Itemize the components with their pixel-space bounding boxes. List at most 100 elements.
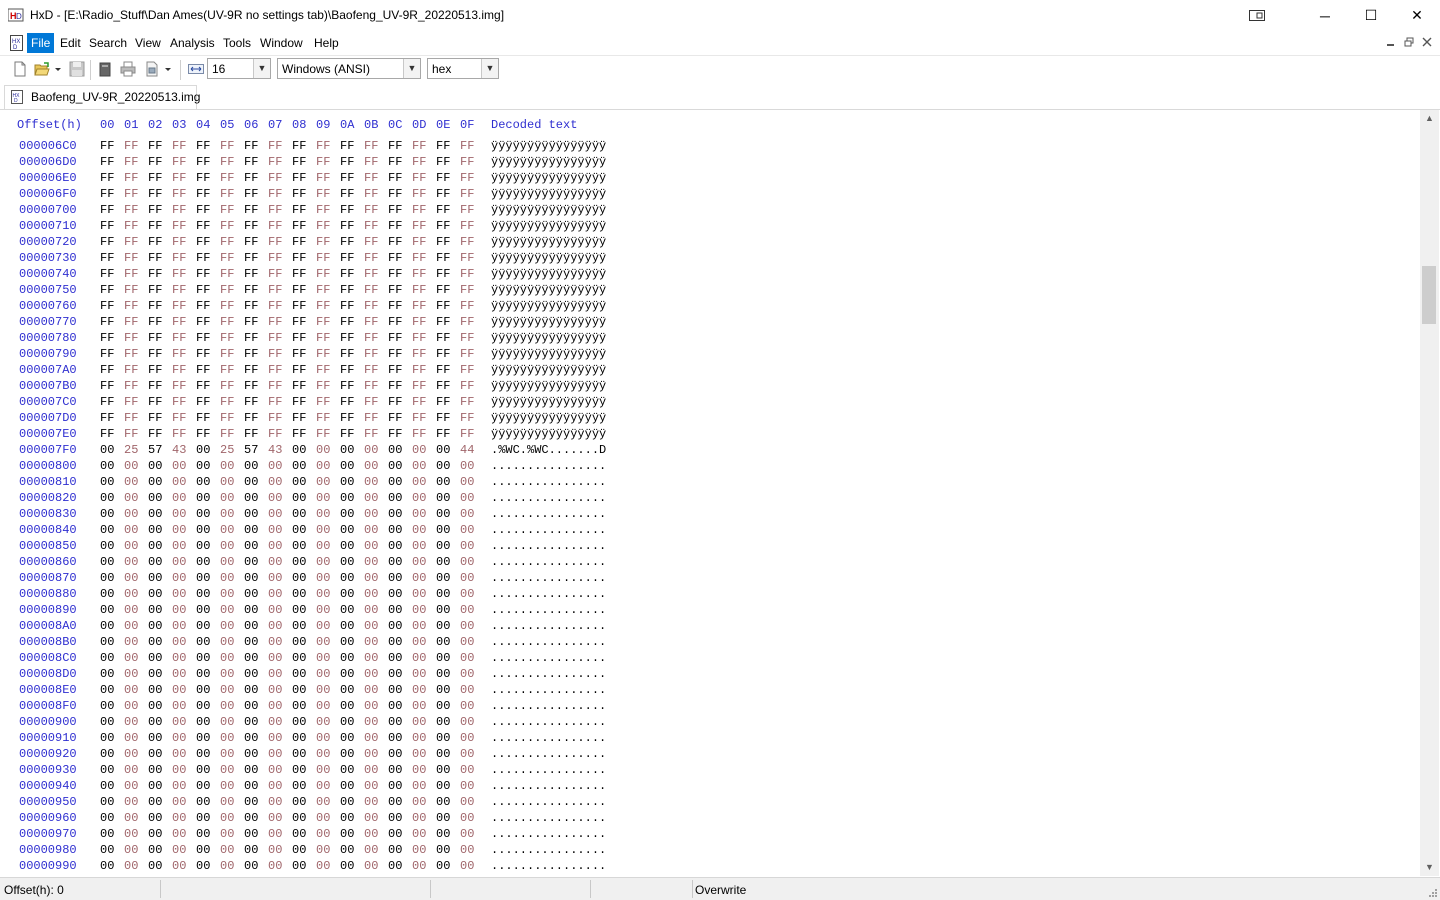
hex-byte[interactable]: FF bbox=[436, 299, 450, 313]
hex-byte[interactable]: FF bbox=[148, 427, 162, 441]
hex-byte[interactable]: FF bbox=[268, 219, 282, 233]
hex-byte[interactable]: FF bbox=[244, 203, 258, 217]
hex-byte[interactable]: 00 bbox=[100, 699, 114, 713]
hex-byte[interactable]: FF bbox=[388, 139, 402, 153]
decoded-text[interactable]: ÿÿÿÿÿÿÿÿÿÿÿÿÿÿÿÿ bbox=[491, 187, 606, 201]
hex-byte[interactable]: FF bbox=[388, 187, 402, 201]
hex-byte[interactable]: FF bbox=[220, 331, 234, 345]
hex-byte[interactable]: FF bbox=[388, 171, 402, 185]
hex-byte[interactable]: 00 bbox=[268, 635, 282, 649]
hex-byte[interactable]: FF bbox=[316, 379, 330, 393]
hex-byte[interactable]: 00 bbox=[388, 747, 402, 761]
hex-byte[interactable]: FF bbox=[364, 315, 378, 329]
hex-byte[interactable]: FF bbox=[364, 187, 378, 201]
hex-byte[interactable]: 00 bbox=[364, 443, 378, 457]
hex-byte[interactable]: FF bbox=[436, 347, 450, 361]
hex-byte[interactable]: 00 bbox=[100, 459, 114, 473]
hex-byte[interactable]: FF bbox=[460, 267, 474, 281]
hex-byte[interactable]: 00 bbox=[460, 619, 474, 633]
hex-byte[interactable]: 00 bbox=[364, 731, 378, 745]
hex-byte[interactable]: 00 bbox=[268, 667, 282, 681]
hex-byte[interactable]: 00 bbox=[268, 491, 282, 505]
decoded-text[interactable]: ÿÿÿÿÿÿÿÿÿÿÿÿÿÿÿÿ bbox=[491, 139, 606, 153]
hex-byte[interactable]: 00 bbox=[220, 555, 234, 569]
hex-byte[interactable]: FF bbox=[388, 155, 402, 169]
hex-byte[interactable]: FF bbox=[220, 347, 234, 361]
hex-byte[interactable]: 00 bbox=[436, 827, 450, 841]
hex-byte[interactable]: FF bbox=[124, 219, 138, 233]
hex-byte[interactable]: 00 bbox=[436, 763, 450, 777]
decoded-text[interactable]: ÿÿÿÿÿÿÿÿÿÿÿÿÿÿÿÿ bbox=[491, 347, 606, 361]
hex-byte[interactable]: FF bbox=[124, 267, 138, 281]
dropdown-icon[interactable] bbox=[163, 61, 173, 77]
hex-byte[interactable]: 00 bbox=[244, 507, 258, 521]
hex-byte[interactable]: 00 bbox=[364, 699, 378, 713]
hex-byte[interactable]: FF bbox=[292, 155, 306, 169]
hex-byte[interactable]: FF bbox=[196, 379, 210, 393]
decoded-text[interactable]: ................ bbox=[491, 523, 606, 537]
hex-byte[interactable]: FF bbox=[460, 155, 474, 169]
hex-byte[interactable]: 00 bbox=[364, 491, 378, 505]
hex-byte[interactable]: 00 bbox=[460, 731, 474, 745]
hex-byte[interactable]: FF bbox=[412, 315, 426, 329]
hex-byte[interactable]: FF bbox=[196, 299, 210, 313]
hex-byte[interactable]: FF bbox=[460, 427, 474, 441]
hex-byte[interactable]: 00 bbox=[100, 443, 114, 457]
hex-byte[interactable]: 00 bbox=[340, 587, 354, 601]
hex-byte[interactable]: 00 bbox=[196, 507, 210, 521]
hex-byte[interactable]: 00 bbox=[196, 571, 210, 585]
hex-byte[interactable]: FF bbox=[244, 155, 258, 169]
hex-byte[interactable]: 00 bbox=[148, 459, 162, 473]
hex-byte[interactable]: 00 bbox=[340, 715, 354, 729]
hex-byte[interactable]: 00 bbox=[316, 507, 330, 521]
hex-byte[interactable]: 00 bbox=[436, 635, 450, 649]
hex-byte[interactable]: 00 bbox=[436, 491, 450, 505]
hex-byte[interactable]: FF bbox=[364, 427, 378, 441]
hex-byte[interactable]: 00 bbox=[460, 635, 474, 649]
hex-byte[interactable]: 00 bbox=[196, 763, 210, 777]
hex-byte[interactable]: 00 bbox=[268, 715, 282, 729]
hex-byte[interactable]: 00 bbox=[172, 523, 186, 537]
hex-byte[interactable]: 00 bbox=[196, 651, 210, 665]
close-button[interactable]: ✕ bbox=[1394, 0, 1440, 31]
hex-byte[interactable]: FF bbox=[172, 347, 186, 361]
hex-byte[interactable]: 00 bbox=[196, 635, 210, 649]
hex-byte[interactable]: 00 bbox=[292, 539, 306, 553]
hex-byte[interactable]: FF bbox=[412, 427, 426, 441]
hex-byte[interactable]: FF bbox=[436, 219, 450, 233]
hex-byte[interactable]: FF bbox=[244, 315, 258, 329]
hex-byte[interactable]: 00 bbox=[220, 571, 234, 585]
hex-byte[interactable]: 00 bbox=[220, 651, 234, 665]
offset-base-select[interactable]: hex ▼ bbox=[427, 58, 499, 79]
hex-byte[interactable]: 00 bbox=[412, 779, 426, 793]
hex-byte[interactable]: FF bbox=[100, 395, 114, 409]
hex-byte[interactable]: FF bbox=[268, 347, 282, 361]
hex-byte[interactable]: 00 bbox=[244, 715, 258, 729]
hex-byte[interactable]: FF bbox=[292, 251, 306, 265]
decoded-text[interactable]: ................ bbox=[491, 811, 606, 825]
hex-byte[interactable]: 00 bbox=[172, 843, 186, 857]
hex-byte[interactable]: 25 bbox=[220, 443, 234, 457]
hex-byte[interactable]: 00 bbox=[220, 603, 234, 617]
hex-byte[interactable]: FF bbox=[460, 235, 474, 249]
hex-byte[interactable]: 00 bbox=[364, 843, 378, 857]
hex-byte[interactable]: FF bbox=[316, 299, 330, 313]
hex-byte[interactable]: 00 bbox=[292, 731, 306, 745]
hex-byte[interactable]: 00 bbox=[220, 779, 234, 793]
hex-byte[interactable]: FF bbox=[124, 363, 138, 377]
hex-byte[interactable]: 00 bbox=[364, 827, 378, 841]
hex-byte[interactable]: 00 bbox=[244, 603, 258, 617]
hex-byte[interactable]: 00 bbox=[196, 491, 210, 505]
hex-byte[interactable]: FF bbox=[436, 171, 450, 185]
menu-analysis[interactable]: Analysis bbox=[166, 33, 219, 53]
hex-byte[interactable]: 00 bbox=[364, 683, 378, 697]
hex-byte[interactable]: 00 bbox=[244, 843, 258, 857]
hex-byte[interactable]: 00 bbox=[196, 859, 210, 873]
hex-byte[interactable]: 00 bbox=[436, 619, 450, 633]
hex-byte[interactable]: 00 bbox=[460, 587, 474, 601]
hex-byte[interactable]: FF bbox=[292, 427, 306, 441]
hex-byte[interactable]: FF bbox=[244, 219, 258, 233]
hex-byte[interactable]: 00 bbox=[364, 587, 378, 601]
hex-byte[interactable]: FF bbox=[364, 299, 378, 313]
hex-byte[interactable]: 00 bbox=[124, 859, 138, 873]
